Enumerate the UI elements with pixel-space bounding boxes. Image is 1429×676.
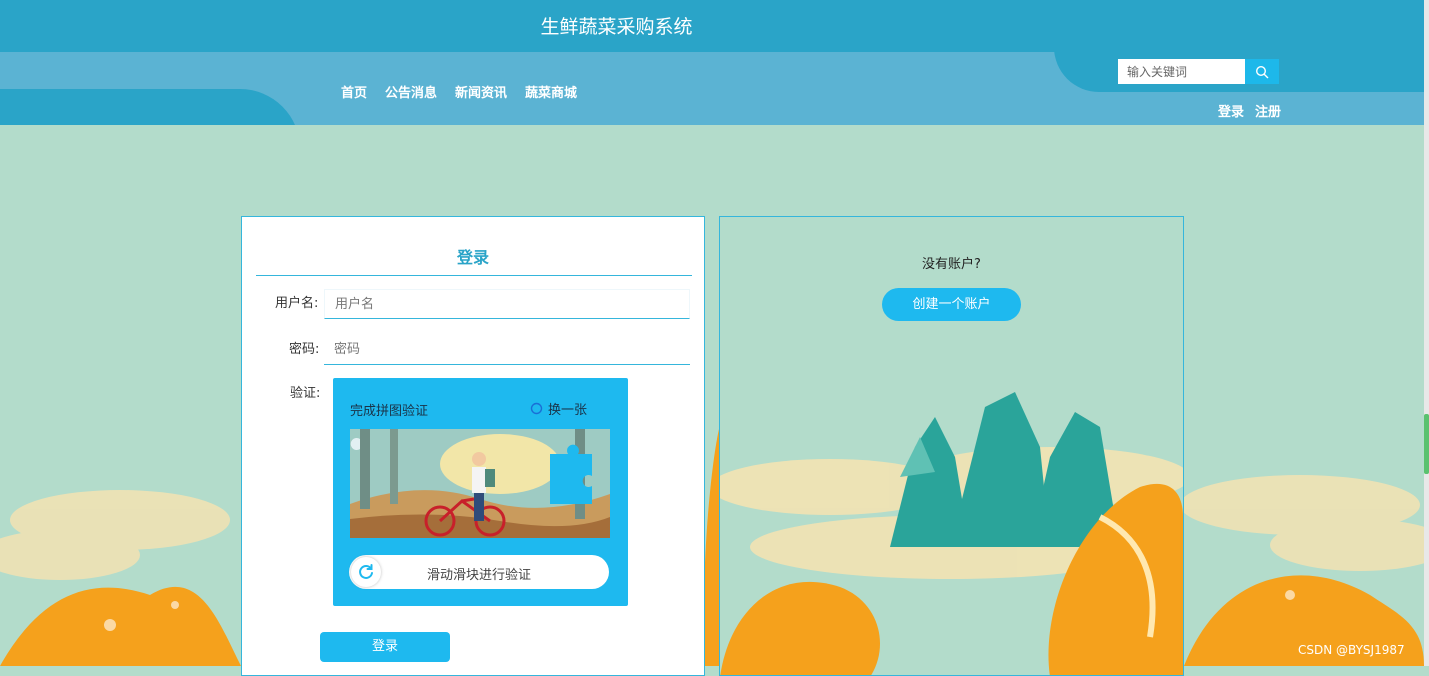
captcha-slider-hint: 滑动滑块进行验证 xyxy=(426,568,531,583)
login-divider xyxy=(256,275,692,276)
username-input[interactable] xyxy=(324,289,690,319)
login-panel: 登录 用户名: 密码: 验证: 完成拼图验证 换一张 xyxy=(241,216,705,676)
captcha-puzzle-image xyxy=(350,429,610,538)
nav-item-home[interactable]: 首页 xyxy=(341,82,367,101)
captcha-refresh-button[interactable]: 换一张 xyxy=(530,399,587,418)
captcha-title: 完成拼图验证 xyxy=(350,404,429,419)
captcha-refresh-label: 换一张 xyxy=(548,403,588,418)
create-account-button[interactable]: 创建一个账户 xyxy=(882,288,1021,321)
top-header-bar: 生鲜蔬菜采购系统 xyxy=(0,0,1424,52)
captcha-slider-track[interactable]: 滑动滑块进行验证 xyxy=(349,555,609,589)
nav-decoration-left xyxy=(0,89,300,125)
header-login-link[interactable]: 登录 xyxy=(1218,101,1244,120)
nav-item-news[interactable]: 新闻资讯 xyxy=(455,82,507,101)
password-input[interactable] xyxy=(324,335,690,365)
register-panel: 没有账户? 创建一个账户 xyxy=(719,216,1184,676)
nav-item-announcements[interactable]: 公告消息 xyxy=(385,82,437,101)
search-input[interactable] xyxy=(1118,59,1245,84)
background-illustration xyxy=(0,425,1424,666)
login-title: 登录 xyxy=(456,248,489,267)
puzzle-illustration xyxy=(350,429,610,538)
watermark: CSDN @BYSJ1987 xyxy=(1298,643,1405,657)
no-account-prompt: 没有账户? xyxy=(922,257,981,272)
main-nav-menu: 首页 公告消息 新闻资讯 蔬菜商城 xyxy=(341,82,577,101)
header-register-link[interactable]: 注册 xyxy=(1255,101,1281,120)
site-title: 生鲜蔬菜采购系统 xyxy=(540,16,693,38)
page-scrollbar-thumb[interactable] xyxy=(1424,414,1429,474)
page-scrollbar-track[interactable] xyxy=(1424,0,1429,666)
search-icon xyxy=(1255,65,1269,78)
search-bar xyxy=(1118,59,1279,84)
login-submit-button[interactable]: 登录 xyxy=(320,632,450,662)
refresh-arrow-icon xyxy=(359,564,373,579)
nav-item-vegetable-mall[interactable]: 蔬菜商城 xyxy=(525,82,577,101)
username-label: 用户名: xyxy=(275,296,319,311)
auth-links: 登录 注册 xyxy=(1218,101,1281,120)
search-button[interactable] xyxy=(1245,59,1279,84)
password-label: 密码: xyxy=(289,342,320,357)
puzzle-captcha: 完成拼图验证 换一张 滑动滑块进行验证 xyxy=(333,378,628,606)
refresh-icon xyxy=(530,402,543,415)
captcha-slider-handle[interactable] xyxy=(351,557,381,587)
captcha-label: 验证: xyxy=(290,386,321,401)
